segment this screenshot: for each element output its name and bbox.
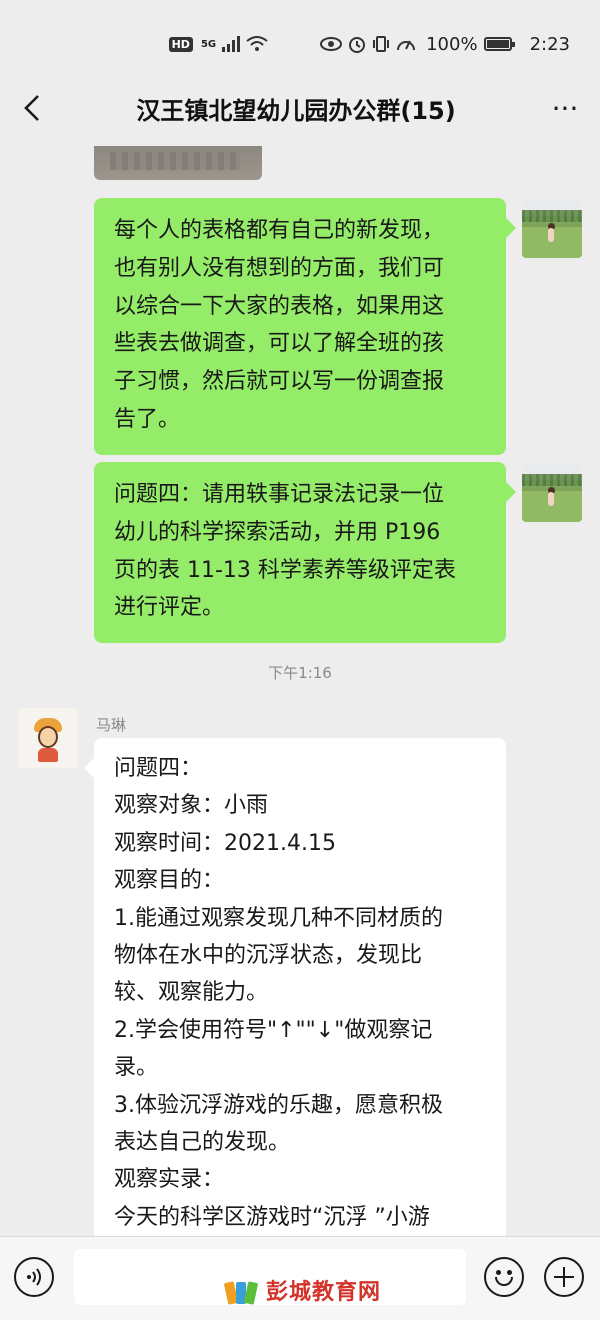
emoji-icon-mouth bbox=[495, 1277, 513, 1286]
message-line: 幼儿的科学探索活动，并用 P196 bbox=[114, 519, 441, 545]
hd-icon: HD bbox=[168, 36, 193, 52]
message-bubble-sent[interactable]: 问题四：请用轶事记录法记录一位 幼儿的科学探索活动，并用 P196 页的表 11… bbox=[94, 462, 506, 644]
message-timestamp: 下午1:16 bbox=[268, 664, 332, 682]
message-line: 表达自己的发现。 bbox=[114, 1129, 291, 1155]
watermark: 彭城教育网 bbox=[223, 1274, 382, 1306]
chat-title: 汉王镇北望幼儿园办公群(15) bbox=[136, 96, 456, 125]
avatar[interactable] bbox=[522, 462, 582, 522]
voice-icon bbox=[27, 1268, 41, 1286]
message-bubble-received[interactable]: 问题四： 观察对象：小雨 观察时间：2021.4.15 观察目的： 1.能通过观… bbox=[94, 738, 506, 1236]
clock: 2:23 bbox=[529, 33, 570, 55]
message-line: 进行评定。 bbox=[114, 595, 225, 621]
network-type: 5G bbox=[200, 38, 217, 50]
message-line: 3.体验沉浮游戏的乐趣，愿意积极 bbox=[114, 1092, 443, 1118]
watermark-text: 彭城教育网 bbox=[266, 1280, 382, 1305]
message-line: 物体在水中的沉浮状态，发现比 bbox=[114, 942, 423, 968]
sender-name: 马琳 bbox=[96, 716, 127, 734]
plus-button[interactable] bbox=[544, 1257, 584, 1297]
voice-button[interactable] bbox=[14, 1257, 54, 1297]
vibrate-icon bbox=[373, 36, 390, 52]
message-line: 观察目的： bbox=[114, 868, 225, 894]
message-line: 也有别人没有想到的方面，我们可 bbox=[114, 255, 445, 281]
message-received: 问题四： 观察对象：小雨 观察时间：2021.4.15 观察目的： 1.能通过观… bbox=[94, 738, 506, 1236]
chevron-left-icon bbox=[24, 95, 39, 121]
image-message-partial[interactable] bbox=[94, 146, 262, 180]
message-line: 今天的科学区游戏时“沉浮 ”小游 bbox=[114, 1204, 430, 1230]
emoji-icon bbox=[496, 1270, 501, 1275]
message-line: 些表去做调查，可以了解全班的孩 bbox=[114, 331, 445, 357]
emoji-icon-eye bbox=[507, 1270, 512, 1275]
message-line: 以综合一下大家的表格，如果用这 bbox=[114, 293, 445, 319]
message-line: 每个人的表格都有自己的新发现， bbox=[114, 218, 445, 243]
sender-avatar[interactable] bbox=[18, 708, 78, 768]
message-line: 告了。 bbox=[114, 407, 181, 433]
message-bubble-sent[interactable]: 每个人的表格都有自己的新发现， 也有别人没有想到的方面，我们可 以综合一下大家的… bbox=[94, 198, 506, 455]
battery-icon bbox=[483, 37, 515, 51]
message-line: 观察时间：2021.4.15 bbox=[114, 830, 336, 856]
eye-icon bbox=[320, 37, 343, 51]
back-button[interactable] bbox=[2, 78, 62, 138]
message-sent: 每个人的表格都有自己的新发现， 也有别人没有想到的方面，我们可 以综合一下大家的… bbox=[94, 198, 506, 455]
signal-icon bbox=[222, 36, 241, 52]
message-line: 较、观察能力。 bbox=[114, 980, 269, 1006]
message-line: 1.能通过观察发现几种不同材质的 bbox=[114, 905, 443, 931]
more-icon: ··· bbox=[551, 91, 579, 125]
battery-percent: 100% bbox=[426, 33, 478, 55]
message-list[interactable]: 每个人的表格都有自己的新发现， 也有别人没有想到的方面，我们可 以综合一下大家的… bbox=[0, 146, 600, 1236]
wifi-icon bbox=[246, 36, 268, 51]
message-sent: 问题四：请用轶事记录法记录一位 幼儿的科学探索活动，并用 P196 页的表 11… bbox=[94, 462, 506, 644]
message-line: 录。 bbox=[114, 1055, 159, 1081]
alarm-icon bbox=[349, 37, 366, 53]
message-line: 页的表 11-13 科学素养等级评定表 bbox=[114, 557, 456, 583]
message-line: 问题四： bbox=[114, 756, 203, 781]
message-line: 2.学会使用符号"↑""↓"做观察记 bbox=[114, 1017, 433, 1043]
speed-icon bbox=[397, 40, 416, 51]
book-logo-icon bbox=[223, 1274, 260, 1306]
message-line: 问题四：请用轶事记录法记录一位 bbox=[114, 482, 445, 507]
message-line: 观察对象：小雨 bbox=[114, 793, 269, 819]
message-line: 观察实录： bbox=[114, 1167, 225, 1193]
chat-header: 汉王镇北望幼儿园办公群(15) ··· bbox=[0, 70, 600, 146]
avatar[interactable] bbox=[522, 198, 582, 258]
message-line: 子习惯，然后就可以写一份调查报 bbox=[114, 369, 445, 395]
more-options-button[interactable]: ··· bbox=[530, 78, 600, 138]
emoji-button[interactable] bbox=[484, 1257, 524, 1297]
